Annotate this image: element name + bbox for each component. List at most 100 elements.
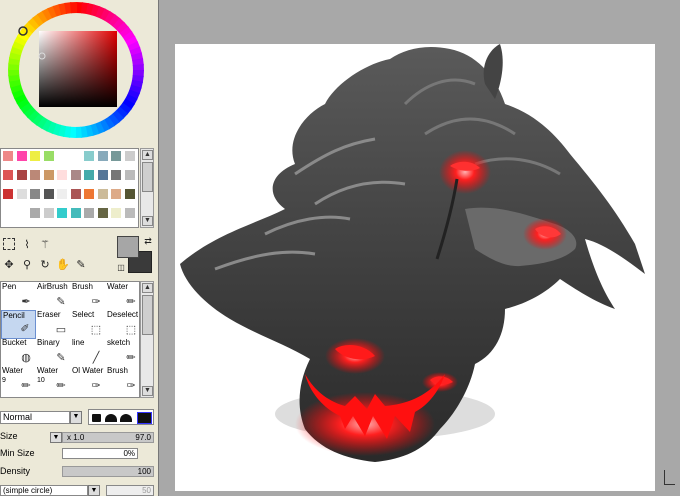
lasso-icon[interactable]: ⌇ xyxy=(20,237,34,251)
color-swatch[interactable] xyxy=(124,189,135,199)
color-swatch[interactable] xyxy=(30,189,40,199)
color-swatch[interactable] xyxy=(124,151,135,161)
magic-wand-icon[interactable]: ⚚ xyxy=(38,237,52,251)
size-dropdown[interactable]: ▼ xyxy=(50,432,62,443)
color-swatch[interactable] xyxy=(30,170,40,180)
density-slider[interactable]: 100 xyxy=(62,466,154,477)
shape-preset-icon[interactable] xyxy=(120,414,132,422)
hand-icon[interactable]: ✋ xyxy=(56,257,70,271)
color-swatch[interactable] xyxy=(30,208,40,218)
scroll-thumb[interactable] xyxy=(142,295,153,335)
brush-shape-select[interactable]: (simple circle) xyxy=(0,485,88,496)
color-swatch[interactable] xyxy=(97,208,108,218)
brush-label: Water xyxy=(2,366,24,375)
color-swatch[interactable] xyxy=(84,189,94,199)
color-swatch[interactable] xyxy=(43,170,54,180)
color-swatch[interactable] xyxy=(43,208,54,218)
min-size-field[interactable]: 0% xyxy=(62,448,138,459)
brush-label: Deselect xyxy=(107,310,139,319)
rect-select-icon[interactable] xyxy=(2,237,16,251)
hue-segment[interactable] xyxy=(70,2,78,14)
color-swatch[interactable] xyxy=(124,170,135,180)
shape-preset-icon[interactable] xyxy=(92,414,101,422)
color-swatch[interactable] xyxy=(70,170,81,180)
chevron-down-icon[interactable]: ▼ xyxy=(70,411,82,424)
color-swatch[interactable] xyxy=(16,151,27,161)
scroll-down-icon[interactable]: ▼ xyxy=(142,386,153,396)
color-swatch[interactable] xyxy=(111,208,121,218)
color-swatch[interactable] xyxy=(84,170,94,180)
brush-slot-water[interactable]: Water ✏ xyxy=(106,282,139,311)
shape-preset-icon[interactable] xyxy=(137,412,152,424)
reset-colors-icon[interactable]: ◫ xyxy=(114,260,128,274)
color-swatch[interactable] xyxy=(16,208,27,218)
shape-preset-icon[interactable] xyxy=(105,414,117,422)
color-swatch[interactable] xyxy=(43,151,54,161)
eyedropper-icon[interactable]: ✎ xyxy=(74,257,88,271)
color-swatch[interactable] xyxy=(3,170,13,180)
brush-slot-brush[interactable]: Brush ✑ xyxy=(106,366,139,395)
color-swatch[interactable] xyxy=(57,151,67,161)
color-swatch[interactable] xyxy=(84,151,94,161)
brush-slot-water[interactable]: Water 9 ✏ xyxy=(1,366,36,395)
zoom-icon[interactable]: ⚲ xyxy=(20,257,34,271)
scroll-thumb[interactable] xyxy=(142,162,153,192)
color-swatch[interactable] xyxy=(57,189,67,199)
color-swatch[interactable] xyxy=(16,189,27,199)
color-swatch[interactable] xyxy=(16,170,27,180)
brush-shape-presets[interactable] xyxy=(88,409,154,425)
color-swatch[interactable] xyxy=(57,170,67,180)
brush-slot-select[interactable]: Select ⬚ xyxy=(71,310,106,339)
brush-shape-value: (simple circle) xyxy=(3,486,53,495)
color-swatch[interactable] xyxy=(70,151,81,161)
color-swatch[interactable] xyxy=(30,151,40,161)
scroll-down-icon[interactable]: ▼ xyxy=(142,216,153,226)
brush-slot-airbrush[interactable]: AirBrush ✎ xyxy=(36,282,71,311)
brush-slot-sketch[interactable]: sketch ✏ xyxy=(106,338,139,367)
color-swatch[interactable] xyxy=(97,151,108,161)
chevron-down-icon[interactable]: ▼ xyxy=(88,485,100,496)
brush-slot-pen[interactable]: Pen ✒ xyxy=(1,282,36,311)
brush-slot-bucket[interactable]: Bucket ◍ xyxy=(1,338,36,367)
color-swatch[interactable] xyxy=(3,189,13,199)
color-swatch[interactable] xyxy=(57,208,67,218)
brush-slot-line[interactable]: line ╱ xyxy=(71,338,106,367)
color-swatch[interactable] xyxy=(111,189,121,199)
brush-label: Select xyxy=(72,310,95,319)
brush-slot-binary[interactable]: Binary ✎ xyxy=(36,338,71,367)
color-swatch[interactable] xyxy=(84,208,94,218)
foreground-color[interactable] xyxy=(117,236,139,258)
scroll-up-icon[interactable]: ▲ xyxy=(142,150,153,160)
swap-colors-icon[interactable]: ⇄ xyxy=(141,234,155,248)
brush-slot-water[interactable]: Water 10 ✏ xyxy=(36,366,71,395)
line-icon: ╱ xyxy=(92,352,100,364)
color-swatch[interactable] xyxy=(3,208,13,218)
drawing-canvas[interactable] xyxy=(175,44,655,491)
brush-scrollbar[interactable]: ▲ ▼ xyxy=(140,281,154,398)
swatch-scrollbar[interactable]: ▲ ▼ xyxy=(140,148,154,228)
move-icon[interactable]: ✥ xyxy=(2,257,16,271)
color-swatch[interactable] xyxy=(70,189,81,199)
rotate-icon[interactable]: ↻ xyxy=(38,257,52,271)
brush-slot-eraser[interactable]: Eraser ▭ xyxy=(36,310,71,339)
color-swatch[interactable] xyxy=(111,151,121,161)
color-swatch[interactable] xyxy=(70,208,81,218)
brush-slot-ol-water[interactable]: Ol Water ✑ xyxy=(71,366,106,395)
brush-slot-deselect[interactable]: Deselect ⬚ xyxy=(106,310,139,339)
blend-mode-select[interactable]: Normal xyxy=(0,411,70,424)
color-swatch[interactable] xyxy=(43,189,54,199)
shape-strength-field[interactable]: 50 xyxy=(106,485,154,496)
color-swatch[interactable] xyxy=(97,189,108,199)
brush-slot-pencil[interactable]: Pencil ✐ xyxy=(1,310,36,339)
shape-strength-value: 50 xyxy=(142,486,151,495)
brush-slot-brush[interactable]: Brush ✑ xyxy=(71,282,106,311)
color-swatch[interactable] xyxy=(124,208,135,218)
color-swatch[interactable] xyxy=(97,170,108,180)
color-wheel[interactable] xyxy=(4,0,150,143)
scroll-up-icon[interactable]: ▲ xyxy=(142,283,153,293)
size-slider[interactable]: x 1.0 97.0 xyxy=(62,432,154,443)
brush-sublabel: 9 xyxy=(2,377,6,384)
color-swatch[interactable] xyxy=(3,151,13,161)
swatch-palette[interactable] xyxy=(0,148,139,228)
color-swatch[interactable] xyxy=(111,170,121,180)
